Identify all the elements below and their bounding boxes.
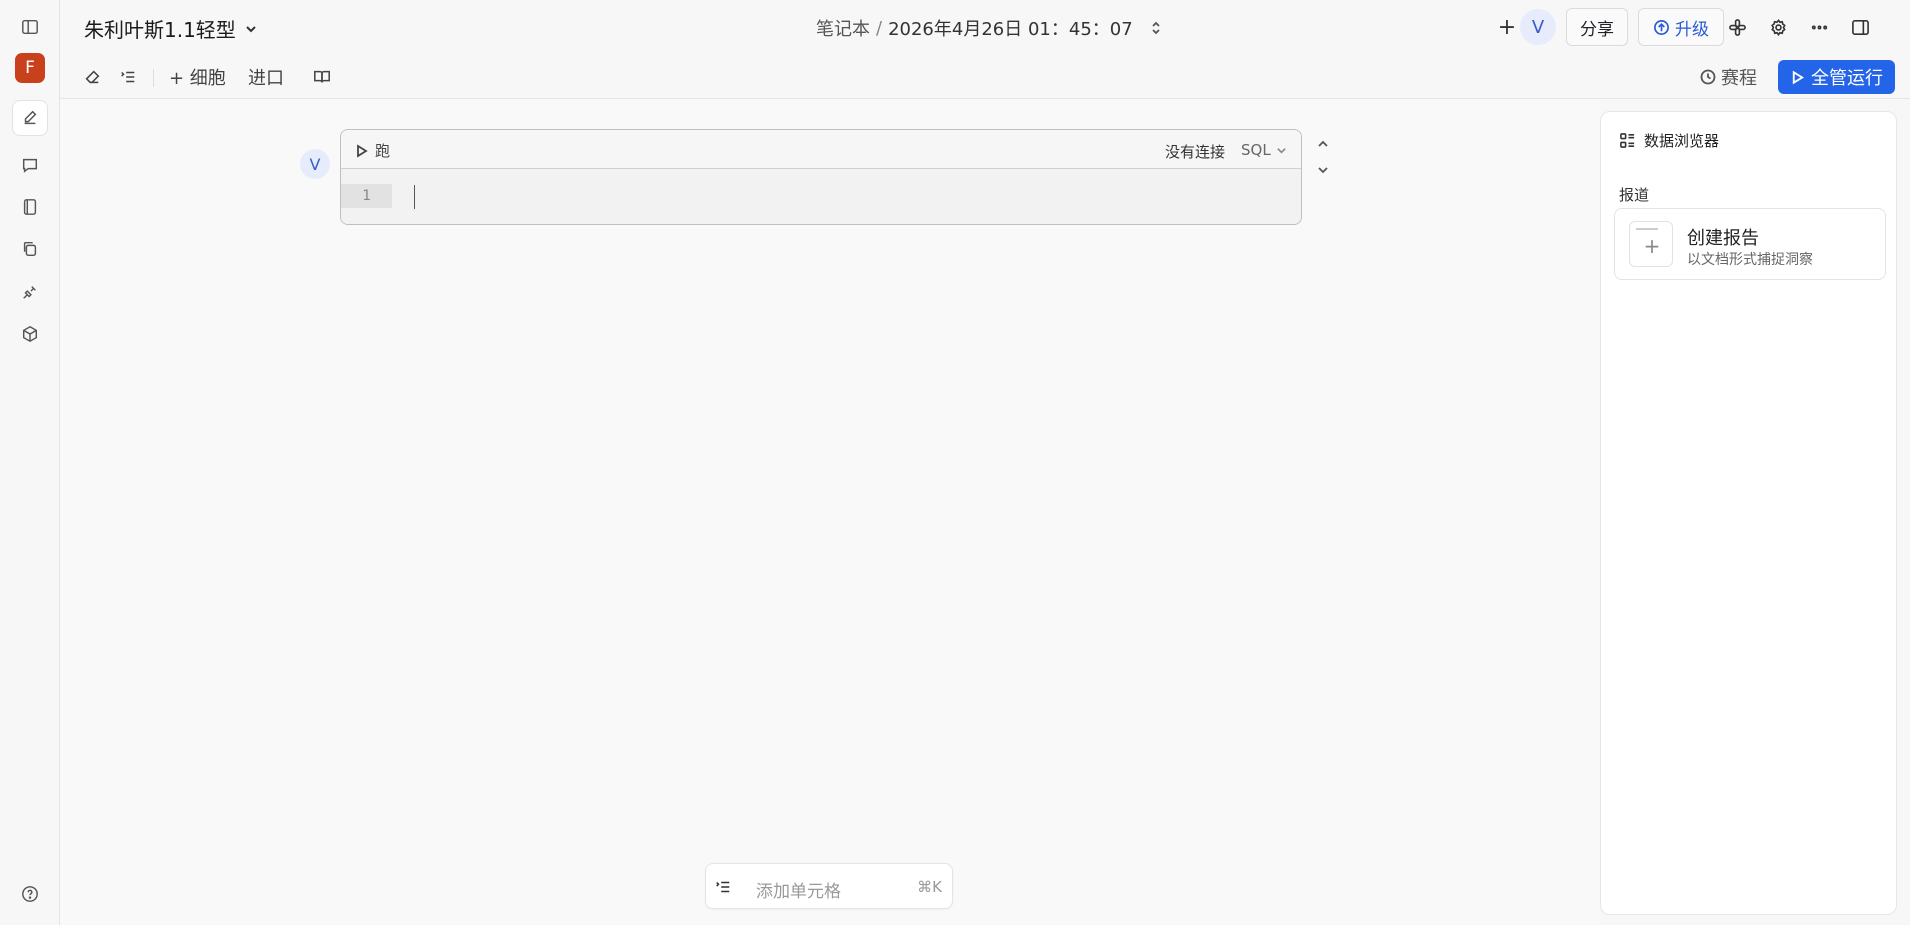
- run-all-button[interactable]: 全管运行: [1778, 60, 1895, 94]
- data-browser-panel: 数据浏览器 报道 + 创建报告 以文档形式捕捉洞察: [1600, 111, 1897, 915]
- add-cell-bar[interactable]: 添加单元格 ⌘K: [705, 863, 953, 909]
- schedule-button[interactable]: 赛程: [1700, 64, 1757, 90]
- outline-icon[interactable]: [115, 64, 141, 90]
- more-icon[interactable]: [1806, 14, 1832, 40]
- add-cell-placeholder: 添加单元格: [756, 882, 841, 902]
- sidebar-toggle-icon[interactable]: [12, 9, 48, 45]
- left-rail: F: [0, 0, 60, 925]
- share-button[interactable]: 分享: [1566, 8, 1628, 46]
- chevron-updown-icon[interactable]: [1149, 21, 1163, 35]
- chat-icon[interactable]: [12, 147, 48, 183]
- plus-icon: +: [1643, 234, 1661, 258]
- list-icon: [1620, 133, 1635, 148]
- code-cell[interactable]: 跑 没有连接 SQL 1: [340, 129, 1302, 225]
- report-title: 创建报告: [1687, 228, 1759, 249]
- chevron-up-icon[interactable]: [1314, 135, 1332, 153]
- book-icon[interactable]: [309, 64, 335, 90]
- breadcrumb-root[interactable]: 笔记本: [816, 15, 870, 41]
- breadcrumb[interactable]: 笔记本 / 2026年4月26日 01：45：07: [816, 15, 1163, 41]
- language-label: SQL: [1241, 141, 1271, 159]
- outline-icon: [716, 881, 730, 893]
- create-report-card[interactable]: + 创建报告 以文档形式捕捉洞察: [1614, 208, 1886, 280]
- connection-selector[interactable]: 没有连接: [1165, 141, 1225, 162]
- edit-icon[interactable]: [12, 100, 48, 136]
- clock-icon: [1700, 69, 1716, 85]
- run-cell-button[interactable]: 跑: [355, 140, 390, 161]
- report-thumbnail: +: [1629, 221, 1673, 267]
- plug-icon[interactable]: [12, 274, 48, 310]
- gear-icon[interactable]: [1765, 14, 1791, 40]
- cell-author-avatar: V: [300, 149, 330, 179]
- workspace-avatar[interactable]: F: [15, 53, 45, 83]
- language-selector[interactable]: SQL: [1241, 141, 1287, 159]
- section-label: 报道: [1619, 186, 1650, 204]
- upgrade-icon: [1654, 19, 1669, 35]
- panel-title: 数据浏览器: [1644, 132, 1720, 150]
- import-button[interactable]: 进口: [248, 64, 284, 90]
- help-icon[interactable]: [12, 876, 48, 912]
- slack-icon[interactable]: [1724, 14, 1750, 40]
- chevron-down-icon[interactable]: [1314, 161, 1332, 179]
- add-button[interactable]: +: [1494, 14, 1520, 40]
- chevron-down-icon: [1276, 147, 1286, 154]
- chevron-down-icon: [246, 25, 256, 32]
- panel-toggle-icon[interactable]: [1847, 14, 1873, 40]
- user-avatar[interactable]: V: [1520, 9, 1556, 45]
- top-bar: 朱利叶斯1.1轻型 笔记本 / 2026年4月26日 01：45：07 + V …: [60, 0, 1910, 54]
- schedule-label: 赛程: [1721, 68, 1757, 89]
- upgrade-button[interactable]: 升级: [1638, 8, 1724, 46]
- code-editor[interactable]: 1: [341, 169, 1301, 224]
- notebook-canvas: V 跑 没有连接 SQL 1 添加单元格 ⌘K: [60, 99, 1600, 925]
- package-icon[interactable]: [12, 316, 48, 352]
- notebook-icon[interactable]: [12, 189, 48, 225]
- notebook-toolbar: + 细胞 进口 赛程 全管运行: [60, 58, 1910, 98]
- play-icon: [1792, 70, 1804, 84]
- upgrade-label: 升级: [1675, 19, 1709, 40]
- panel-header: 数据浏览器: [1619, 130, 1719, 151]
- add-cell-button[interactable]: + 细胞: [169, 64, 226, 90]
- cell-move-controls: [1314, 135, 1332, 179]
- notebook-title: 朱利叶斯1.1轻型: [84, 18, 236, 42]
- text-cursor: [414, 185, 415, 209]
- run-all-label: 全管运行: [1811, 68, 1883, 89]
- toolbar-divider: [153, 69, 154, 87]
- line-number: 1: [341, 184, 392, 208]
- breadcrumb-version[interactable]: 2026年4月26日 01：45：07: [888, 15, 1133, 41]
- run-cell-label: 跑: [375, 142, 391, 160]
- cell-header: 跑 没有连接 SQL: [341, 130, 1301, 169]
- eraser-icon[interactable]: [79, 64, 105, 90]
- report-subtitle: 以文档形式捕捉洞察: [1687, 252, 1813, 268]
- notebook-title-dropdown[interactable]: 朱利叶斯1.1轻型: [84, 14, 258, 43]
- breadcrumb-separator: /: [876, 17, 883, 39]
- play-icon: [357, 143, 368, 158]
- shortcut-hint: ⌘K: [917, 878, 942, 896]
- copy-icon[interactable]: [12, 231, 48, 267]
